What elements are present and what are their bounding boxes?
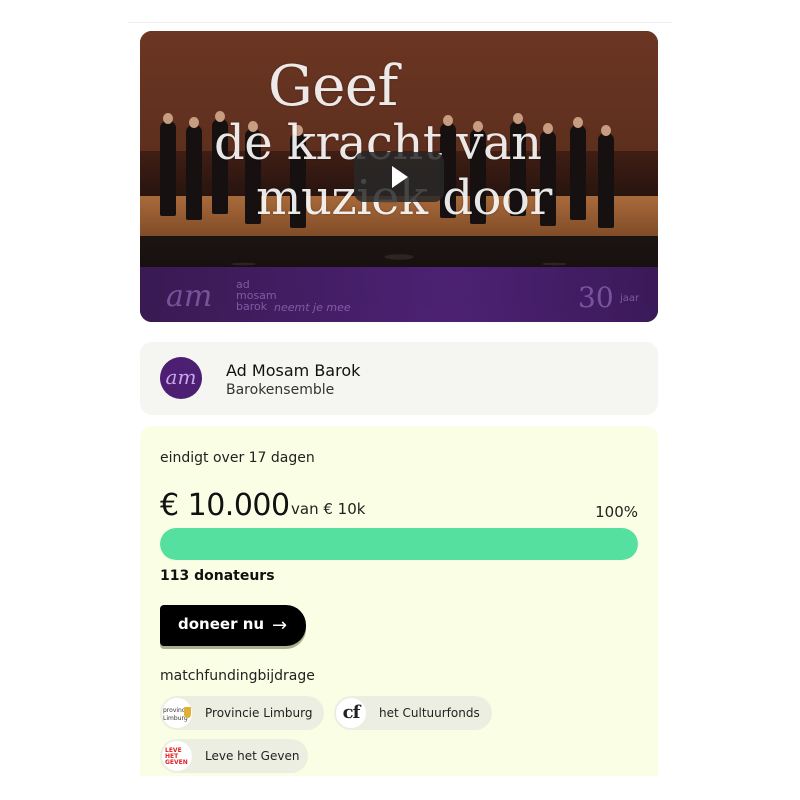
partner-cultuurfonds[interactable]: cf het Cultuurfonds: [334, 696, 492, 730]
play-icon[interactable]: [354, 152, 444, 202]
progress-bar-fill: [160, 528, 638, 560]
leve-het-geven-logo-icon: LEVE HET GEVEN: [162, 741, 192, 771]
partner-name: Provincie Limburg: [205, 706, 313, 720]
amount-raised: € 10.000: [160, 488, 290, 523]
campaign-video[interactable]: Geef de kracht van muziek door am ad mos…: [140, 31, 658, 322]
partner-name: Leve het Geven: [205, 749, 300, 763]
video-logo-text: ad mosam barok: [236, 278, 277, 313]
donate-button-label: doneer nu: [178, 615, 265, 633]
partner-provincie-limburg[interactable]: provincie Limburg Provincie Limburg: [160, 696, 324, 730]
matchfunding-label: matchfundingbijdrage: [160, 668, 315, 684]
organization-avatar: am: [160, 357, 202, 399]
top-divider: [128, 22, 672, 23]
video-tagline: neemt je mee: [274, 301, 351, 314]
anniversary-number: 30: [578, 281, 614, 314]
campaign-ends-text: eindigt over 17 dagen: [160, 450, 315, 466]
organization-card[interactable]: am Ad Mosam Barok Barokensemble: [140, 342, 658, 415]
organization-name[interactable]: Ad Mosam Barok: [226, 361, 360, 380]
funding-card: eindigt over 17 dagen € 10.000 van € 10k…: [140, 426, 658, 776]
arrow-right-icon: →: [272, 615, 288, 636]
goal-text: van € 10k: [291, 500, 366, 518]
progress-bar: [160, 528, 638, 560]
donor-count: 113 donateurs: [160, 568, 275, 584]
progress-percent: 100%: [595, 503, 638, 521]
donate-button[interactable]: doneer nu →: [160, 605, 306, 646]
partner-leve-het-geven[interactable]: LEVE HET GEVEN Leve het Geven: [160, 739, 308, 773]
video-logo-mark: am: [166, 279, 213, 314]
anniversary-label: jaar: [620, 293, 640, 304]
partner-name: het Cultuurfonds: [379, 706, 480, 720]
provincie-limburg-logo-icon: provincie Limburg: [162, 698, 192, 728]
video-headline-line1: Geef: [268, 54, 398, 119]
organization-type: Barokensemble: [226, 382, 335, 398]
cultuurfonds-logo-icon: cf: [336, 698, 366, 728]
